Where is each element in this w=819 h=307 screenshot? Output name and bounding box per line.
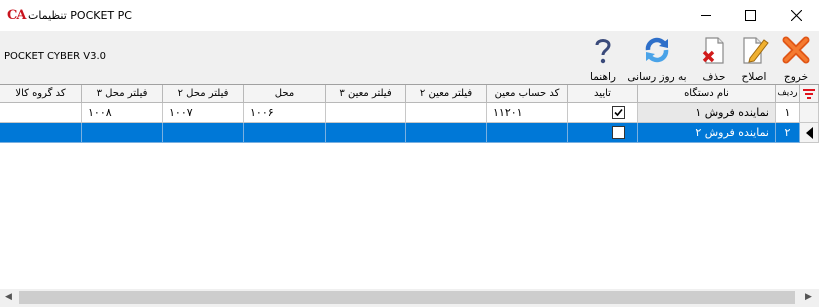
toolbar: POCKET CYBER V3.0 راهنما به روز رسانی حذ… [0,31,819,84]
header-filter-loc2[interactable]: فیلتر محل ۲ [163,85,244,103]
cell-filter-moein3[interactable] [326,103,406,123]
cell-filter-moein2[interactable] [406,123,487,143]
minimize-button[interactable] [683,0,728,31]
close-button[interactable] [774,0,819,31]
help-icon [595,39,611,64]
header-device-name[interactable]: نام دستگاه [638,85,776,103]
cell-approve[interactable] [568,103,638,123]
cell-filter-moein3[interactable] [326,123,406,143]
scroll-left-arrow-icon[interactable]: ◀ [0,289,17,306]
header-location[interactable]: محل [244,85,326,103]
approve-checkbox[interactable] [612,126,625,139]
cell-filter-loc2[interactable] [163,123,244,143]
filter-icon [803,89,815,99]
delete-icon [702,37,724,64]
cell-account-code[interactable]: ۱۱۲۰۱ [487,103,568,123]
title-bar: CA تنظیمات POCKET PC [0,0,819,31]
scroll-right-arrow-icon[interactable]: ▶ [800,289,817,306]
refresh-icon [645,37,669,63]
cell-filter-loc3[interactable] [82,123,163,143]
cell-account-code[interactable] [487,123,568,143]
check-icon [614,108,623,117]
edit-icon [743,37,769,64]
exit-icon [782,36,810,64]
window-title: تنظیمات POCKET PC [28,9,132,22]
help-button[interactable]: راهنما [582,34,624,84]
approve-checkbox[interactable] [612,106,625,119]
cell-rownum: ۱ [776,103,800,123]
row-indicator[interactable] [800,123,819,143]
header-account-code[interactable]: کد حساب معین [487,85,568,103]
help-label: راهنما [590,71,616,83]
cell-filter-moein2[interactable] [406,103,487,123]
header-filter-moein2[interactable]: فیلتر معین ۲ [406,85,487,103]
cell-device-name[interactable]: نماینده فروش ۱ [638,103,776,123]
scroll-thumb[interactable] [19,291,795,304]
cell-approve[interactable] [568,123,638,143]
delete-label: حذف [702,71,726,83]
close-icon [791,10,802,21]
refresh-label: به روز رسانی [627,71,687,83]
cell-rownum: ۲ [776,123,800,143]
edit-button[interactable]: اصلاح [734,34,774,84]
refresh-button[interactable]: به روز رسانی [624,34,690,84]
exit-button[interactable]: خروج [776,34,816,84]
settings-grid: کد گروه کالا فیلتر محل ۳ فیلتر محل ۲ محل… [0,84,819,290]
cell-location[interactable] [244,123,326,143]
header-filter-loc3[interactable]: فیلتر محل ۳ [82,85,163,103]
header-approve[interactable]: تایید [568,85,638,103]
version-label: POCKET CYBER V3.0 [4,51,107,62]
header-group-code[interactable]: کد گروه کالا [0,85,82,103]
row-indicator[interactable] [800,103,819,123]
cell-group-code[interactable] [0,123,82,143]
current-row-arrow-icon [806,127,813,139]
header-filter-moein3[interactable]: فیلتر معین ۳ [326,85,406,103]
exit-label: خروج [783,71,809,83]
app-logo: CA [7,8,26,23]
cell-filter-loc2[interactable]: ۱۰۰۷ [163,103,244,123]
cell-location[interactable]: ۱۰۰۶ [244,103,326,123]
maximize-button[interactable] [728,0,773,31]
header-rownum[interactable]: ردیف [776,85,800,103]
edit-label: اصلاح [741,71,767,83]
filter-button[interactable] [800,85,819,103]
cell-group-code[interactable] [0,103,82,123]
horizontal-scrollbar[interactable]: ◀ ▶ [0,289,819,307]
cell-filter-loc3[interactable]: ۱۰۰۸ [82,103,163,123]
cell-device-name[interactable]: نماینده فروش ۲ [638,123,776,143]
delete-button[interactable]: حذف [694,34,734,84]
